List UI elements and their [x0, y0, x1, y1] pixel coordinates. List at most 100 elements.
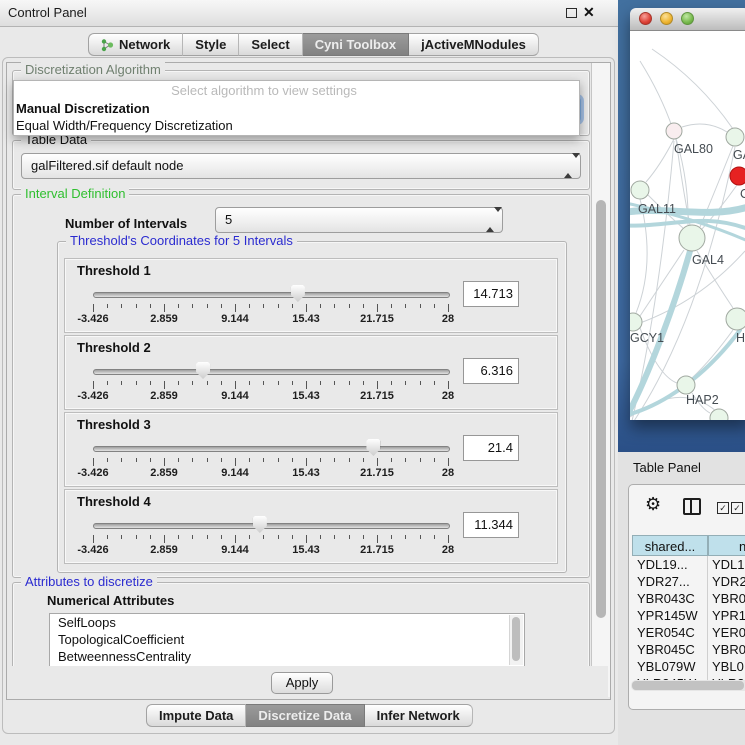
close-icon[interactable]: ✕	[583, 4, 595, 21]
threshold-value-field[interactable]: 21.4	[463, 435, 519, 461]
slider-tick	[263, 381, 264, 385]
tab-impute-data[interactable]: Impute Data	[146, 704, 246, 727]
slider-tick-label: 2.859	[142, 313, 186, 325]
panel-scrollbar-thumb[interactable]	[596, 200, 606, 618]
slider-tick	[448, 381, 449, 389]
slider-tick	[334, 458, 335, 462]
table-hscrollbar[interactable]	[631, 680, 745, 691]
network-edge[interactable]	[636, 199, 647, 313]
table-row[interactable]: YBR043CYBR0	[632, 590, 745, 607]
bottom-strip: Apply	[7, 666, 608, 697]
tab-label: Discretize Data	[258, 708, 351, 723]
network-node[interactable]	[726, 128, 744, 146]
gear-icon[interactable]: ⚙	[645, 495, 661, 513]
numerical-attributes-list[interactable]: SelfLoopsTopologicalCoefficientBetweenne…	[49, 613, 525, 667]
network-edge[interactable]	[646, 139, 674, 182]
tab-style[interactable]: Style	[183, 33, 239, 56]
slider-track[interactable]	[93, 446, 450, 452]
checkbox-icon[interactable]: ✓	[731, 502, 743, 514]
slider-handle[interactable]	[291, 285, 305, 302]
attribute-item-selfloops[interactable]: SelfLoops	[50, 614, 524, 631]
column-header-shared[interactable]: shared...	[632, 535, 708, 556]
slider-tick	[377, 304, 378, 312]
slider-handle[interactable]	[253, 516, 267, 533]
slider-tick	[278, 304, 279, 308]
slider-track[interactable]	[93, 523, 450, 529]
slider-tick	[334, 535, 335, 539]
table-row[interactable]: YBL079WYBL0	[632, 658, 745, 675]
network-node[interactable]	[666, 123, 682, 139]
table-data-group: Table Data galFiltered.sif default node	[12, 140, 590, 190]
panel-scrollbar[interactable]	[591, 63, 610, 697]
number-of-intervals-value: 5	[225, 212, 232, 227]
bottom-tab-bar: Impute Data Discretize Data Infer Network	[146, 704, 473, 727]
network-node[interactable]	[631, 181, 649, 199]
slider-tick	[292, 304, 293, 308]
slider-tick	[320, 535, 321, 539]
network-node[interactable]	[710, 409, 728, 420]
numerical-attributes-label: Numerical Attributes	[47, 593, 174, 608]
slider-tick	[278, 535, 279, 539]
cell-shared-name: YER054C	[632, 624, 708, 641]
cell-name: YER0	[708, 624, 745, 641]
tab-discretize-data[interactable]: Discretize Data	[246, 704, 364, 727]
network-node[interactable]	[677, 376, 695, 394]
dropdown-option-equal-width-frequency-discretization[interactable]: Equal Width/Frequency Discretization	[14, 117, 579, 134]
node-label-c: C	[740, 187, 745, 201]
table-row[interactable]: YDR27...YDR2	[632, 573, 745, 590]
columns-icon[interactable]	[683, 498, 701, 515]
table-row[interactable]: YDL19...YDL1	[632, 556, 745, 573]
slider-tick	[164, 304, 165, 312]
minimize-window-icon[interactable]	[660, 12, 673, 25]
network-edge[interactable]	[692, 330, 733, 378]
tab-jactivemnodules[interactable]: jActiveMNodules	[409, 33, 539, 56]
threshold-value-field[interactable]: 14.713	[463, 281, 519, 307]
network-canvas[interactable]: GAL80GACGAL11GAL4GCY1HHAP2	[630, 31, 745, 420]
network-node[interactable]	[726, 308, 745, 330]
tab-cyni-toolbox[interactable]: Cyni Toolbox	[303, 33, 409, 56]
table-row[interactable]: YPR145WYPR1	[632, 607, 745, 624]
threshold-value-field[interactable]: 11.344	[463, 512, 519, 538]
table-panel-area: Table Panel ⚙ ✓ ✓ shared...naYDL19...YDL…	[618, 452, 745, 745]
threshold-panel-1: Threshold 1-3.4262.8599.14415.4321.71528…	[64, 258, 558, 333]
slider-tick	[448, 458, 449, 466]
slider-track[interactable]	[93, 369, 450, 375]
table-row[interactable]: YBR045CYBR0	[632, 641, 745, 658]
tab-select[interactable]: Select	[239, 33, 302, 56]
table-panel-title: Table Panel	[633, 460, 701, 475]
network-edge[interactable]	[682, 124, 727, 132]
threshold-panel-4: Threshold 4-3.4262.8599.14415.4321.71528…	[64, 489, 558, 564]
algorithm-dropdown-popup: Select algorithm to view settings Manual…	[13, 80, 580, 136]
apply-button[interactable]: Apply	[271, 672, 333, 694]
close-window-icon[interactable]	[639, 12, 652, 25]
combo-arrows-icon	[486, 208, 495, 232]
slider-handle[interactable]	[196, 362, 210, 379]
table-data-combobox[interactable]: galFiltered.sif default node	[21, 153, 581, 179]
table-row[interactable]: YER054CYER0	[632, 624, 745, 641]
slider-tick-label: -3.426	[71, 390, 115, 402]
node-table[interactable]: shared...naYDL19...YDL1YDR27...YDR2YBR04…	[632, 535, 745, 683]
slider-tick	[249, 535, 250, 539]
network-node[interactable]	[679, 225, 705, 251]
list-scrollbar[interactable]	[509, 615, 523, 665]
slider-tick	[349, 381, 350, 385]
zoom-window-icon[interactable]	[681, 12, 694, 25]
tab-infer-network[interactable]: Infer Network	[365, 704, 473, 727]
slider-tick	[150, 304, 151, 308]
slider-track[interactable]	[93, 292, 450, 298]
attribute-item-betweennesscentrality[interactable]: BetweennessCentrality	[50, 648, 524, 665]
number-of-intervals-combobox[interactable]: 5	[215, 207, 503, 233]
network-edge[interactable]	[652, 49, 733, 129]
slider-tick-label: 28	[426, 390, 470, 402]
node-label-h: H	[736, 331, 745, 345]
threshold-value-field[interactable]: 6.316	[463, 358, 519, 384]
dropdown-option-manual-discretization[interactable]: Manual Discretization	[14, 100, 579, 117]
checkbox-icon[interactable]: ✓	[717, 502, 729, 514]
tab-network[interactable]: Network	[88, 33, 183, 56]
slider-handle[interactable]	[366, 439, 380, 456]
slider-tick	[320, 381, 321, 385]
column-header-name[interactable]: na	[708, 535, 745, 556]
float-window-icon[interactable]	[566, 8, 577, 18]
network-node[interactable]	[730, 167, 745, 185]
attribute-item-topologicalcoefficient[interactable]: TopologicalCoefficient	[50, 631, 524, 648]
